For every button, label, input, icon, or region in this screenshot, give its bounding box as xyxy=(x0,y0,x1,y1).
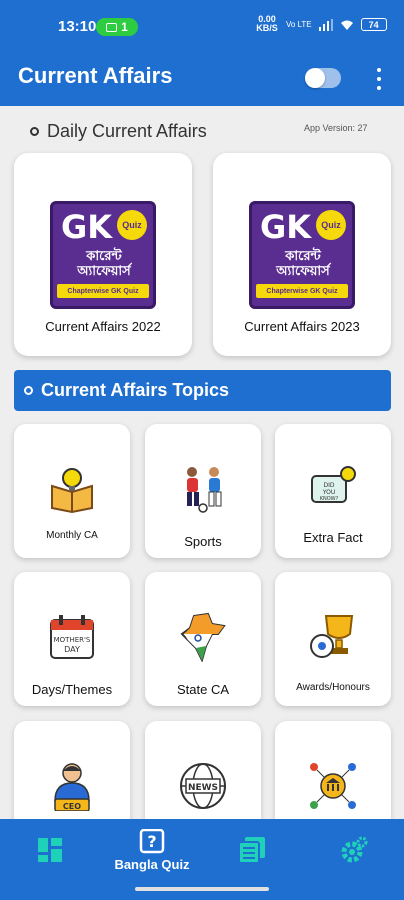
volte-label: Vo LTE xyxy=(286,20,312,29)
tile-sports[interactable]: Sports xyxy=(145,424,261,558)
tile-label: Awards/Honours xyxy=(296,682,370,693)
bullet-icon xyxy=(24,386,33,395)
battery-level: 74 xyxy=(368,19,379,30)
tile-state-ca[interactable]: State CA xyxy=(145,572,261,706)
notification-count: 1 xyxy=(121,20,128,34)
india-map-icon xyxy=(180,612,226,662)
svg-text:MOTHER'S: MOTHER'S xyxy=(54,636,91,644)
screen-icon xyxy=(106,22,118,32)
did-you-know-icon: DID YOU KNOW? xyxy=(311,466,356,503)
svg-text:KNOW?: KNOW? xyxy=(320,496,339,502)
status-time: 13:10 xyxy=(58,18,97,35)
svg-text:NEWS: NEWS xyxy=(188,783,218,793)
news-globe-icon: NEWS xyxy=(180,763,226,809)
notification-pill: 1 xyxy=(96,18,138,36)
ceo-icon: CEO xyxy=(54,763,90,811)
topics-section-title: Current Affairs Topics xyxy=(41,380,230,400)
gk-quiz-logo: GK Quiz কারেন্ট অ্যাফেয়ার্স Chapterwise… xyxy=(50,201,156,309)
nav-list[interactable] xyxy=(222,819,282,881)
football-players-icon xyxy=(187,467,222,513)
tile-label: State CA xyxy=(176,682,230,697)
status-icons: Vo LTE 74 xyxy=(286,18,387,31)
svg-text:CEO: CEO xyxy=(63,802,81,811)
app-bar: Current Affairs xyxy=(0,54,404,106)
app-title: Current Affairs xyxy=(18,63,173,88)
gk-quiz-logo: GK Quiz কারেন্ট অ্যাফেয়ার্স Chapterwise… xyxy=(249,201,355,309)
topics-section-header: Current Affairs Topics xyxy=(14,370,391,411)
tile-extra-fact[interactable]: DID YOU KNOW? Extra Fact xyxy=(275,424,391,558)
question-icon: ? xyxy=(139,828,165,853)
signal-icon xyxy=(318,18,333,31)
nav-dashboard[interactable] xyxy=(20,819,80,881)
battery-icon: 74 xyxy=(360,18,387,31)
calendar-icon: MOTHER'S DAY xyxy=(50,615,94,659)
tile-days-themes[interactable]: MOTHER'S DAY Days/Themes xyxy=(14,572,130,706)
settings-icon xyxy=(341,836,368,863)
card-label: Current Affairs 2023 xyxy=(244,319,360,334)
toggle-knob xyxy=(305,68,325,88)
tile-awards-honours[interactable]: Awards/Honours xyxy=(275,572,391,706)
app-version: App Version: 27 xyxy=(304,123,368,133)
book-lightbulb-icon xyxy=(51,468,93,514)
bank-network-icon xyxy=(310,763,356,809)
trophy-icon xyxy=(310,615,354,658)
svg-text:?: ? xyxy=(147,832,156,851)
card-label: Current Affairs 2022 xyxy=(45,319,161,334)
net-speed: 0.00 KB/S xyxy=(256,14,278,33)
svg-text:DAY: DAY xyxy=(64,645,80,654)
home-indicator[interactable] xyxy=(135,887,269,891)
nav-label: Bangla Quiz xyxy=(114,856,190,872)
overflow-menu-icon[interactable] xyxy=(372,66,386,92)
tile-monthly-ca[interactable]: Monthly CA xyxy=(14,424,130,558)
list-icon xyxy=(238,837,265,864)
nav-settings[interactable] xyxy=(324,819,384,881)
theme-toggle[interactable] xyxy=(305,68,341,88)
card-current-affairs-2022[interactable]: GK Quiz কারেন্ট অ্যাফেয়ার্স Chapterwise… xyxy=(14,153,192,356)
wifi-icon xyxy=(340,20,353,30)
svg-text:DID: DID xyxy=(323,482,334,489)
tile-label: Extra Fact xyxy=(303,530,363,545)
nav-bangla-quiz[interactable]: ? Bangla Quiz xyxy=(102,819,202,881)
svg-text:YOU: YOU xyxy=(322,489,335,496)
dashboard-icon xyxy=(38,838,62,862)
tile-label: Sports xyxy=(184,534,222,549)
tile-label: Monthly CA xyxy=(46,530,98,541)
daily-section-title: Daily Current Affairs xyxy=(47,121,207,141)
bullet-icon xyxy=(30,127,39,136)
card-current-affairs-2023[interactable]: GK Quiz কারেন্ট অ্যাফেয়ার্স Chapterwise… xyxy=(213,153,391,356)
status-bar: 13:10 1 0.00 KB/S Vo LTE 74 xyxy=(0,0,404,54)
daily-section-header: Daily Current Affairs xyxy=(30,121,207,142)
tile-label: Days/Themes xyxy=(31,682,113,697)
